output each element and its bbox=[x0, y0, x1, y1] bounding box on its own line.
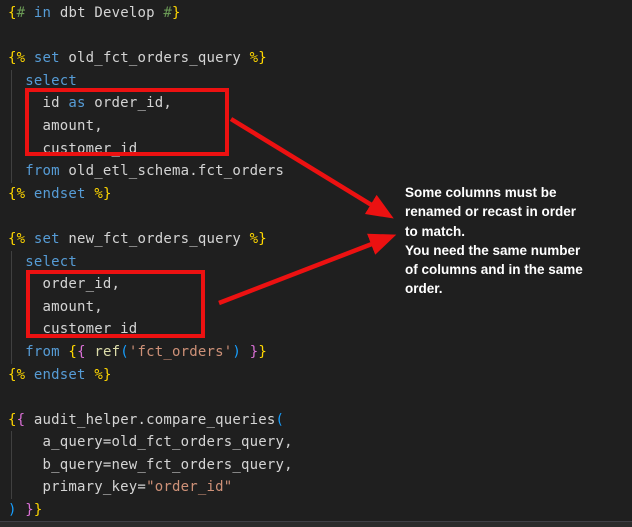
indent-guide bbox=[11, 431, 12, 499]
note-line: to match. bbox=[405, 222, 631, 241]
note-line: You need the same number bbox=[405, 241, 631, 260]
note-line: of columns and in the same bbox=[405, 260, 631, 279]
code-line[interactable]: primary_key="order_id" bbox=[8, 476, 632, 499]
annotation-note: Some columns must be renamed or recast i… bbox=[405, 183, 631, 299]
code-line[interactable]: a_query=old_fct_orders_query, bbox=[8, 431, 632, 454]
indent-guide bbox=[11, 70, 12, 183]
code-line[interactable] bbox=[8, 25, 632, 48]
code-line[interactable]: ) }} bbox=[8, 499, 632, 522]
code-line[interactable]: {% set old_fct_orders_query %} bbox=[8, 47, 632, 70]
code-line[interactable]: {% endset %} bbox=[8, 364, 632, 387]
note-line: renamed or recast in order bbox=[405, 202, 631, 221]
code-line[interactable]: from {{ ref('fct_orders') }} bbox=[8, 341, 632, 364]
code-line[interactable]: {# in dbt Develop #} bbox=[8, 2, 632, 25]
code-line[interactable] bbox=[8, 386, 632, 409]
highlight-box-old-columns bbox=[25, 88, 229, 156]
code-line[interactable]: {{ audit_helper.compare_queries( bbox=[8, 409, 632, 432]
highlight-box-new-columns bbox=[26, 270, 205, 338]
code-line[interactable]: from old_etl_schema.fct_orders bbox=[8, 160, 632, 183]
bottom-divider bbox=[0, 521, 632, 527]
indent-guide bbox=[11, 251, 12, 364]
code-line[interactable]: b_query=new_fct_orders_query, bbox=[8, 454, 632, 477]
note-line: order. bbox=[405, 279, 631, 298]
note-line: Some columns must be bbox=[405, 183, 631, 202]
